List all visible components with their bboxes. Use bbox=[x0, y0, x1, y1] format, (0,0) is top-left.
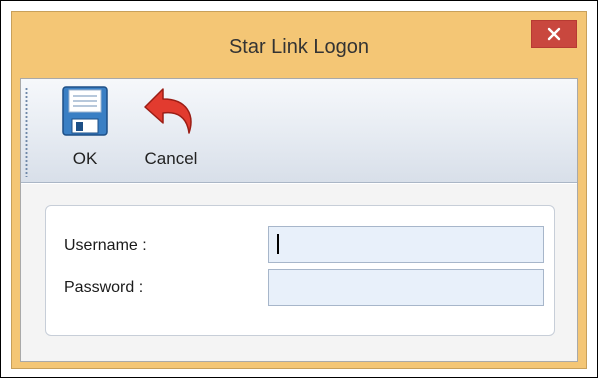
title-bar[interactable]: Star Link Logon bbox=[12, 12, 586, 78]
form-area: Username : Password : bbox=[21, 184, 577, 361]
password-label: Password : bbox=[64, 279, 144, 296]
username-label: Username : bbox=[64, 237, 147, 254]
close-button[interactable] bbox=[531, 20, 577, 48]
credentials-group: Username : Password : bbox=[45, 205, 555, 336]
logon-window: Star Link Logon OK Cancel Username: Pas… bbox=[11, 11, 587, 369]
window-client-area: OK Cancel Username : Password : bbox=[20, 78, 578, 362]
undo-arrow-icon bbox=[144, 88, 192, 134]
ok-button-label: OK bbox=[72, 149, 98, 168]
toolbar: OK Cancel bbox=[21, 79, 577, 183]
toolbar-grip[interactable] bbox=[25, 87, 28, 177]
username-input[interactable] bbox=[268, 226, 544, 263]
cancel-button[interactable]: Cancel bbox=[131, 81, 211, 169]
screen: Star Link Logon OK Cancel Username: Pas… bbox=[0, 0, 598, 378]
text-caret bbox=[277, 234, 279, 254]
close-icon bbox=[547, 27, 561, 41]
password-input[interactable] bbox=[268, 269, 544, 306]
window-title: Star Link Logon bbox=[228, 36, 370, 58]
ok-button[interactable]: OK bbox=[47, 81, 123, 169]
save-disk-icon bbox=[62, 86, 108, 136]
cancel-button-label: Cancel bbox=[144, 149, 198, 168]
